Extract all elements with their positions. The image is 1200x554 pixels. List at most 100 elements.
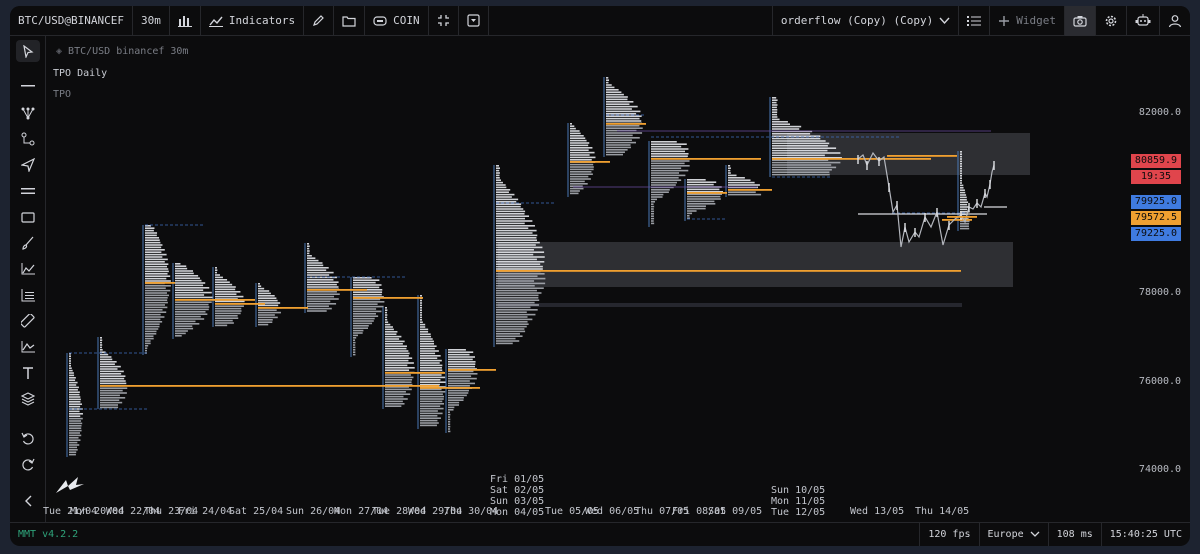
tpo-row [420, 321, 423, 323]
tpo-row [353, 298, 381, 301]
timeframe-selector[interactable]: 30m [133, 6, 170, 36]
drawing-tool-button[interactable] [304, 6, 335, 36]
poc-line [772, 158, 847, 160]
tpo-row [69, 372, 74, 374]
tpo-row [175, 296, 213, 299]
chart-legend-symbol[interactable]: ◈ BTC/USD binancef 30m [56, 46, 188, 57]
tpo-row [420, 367, 442, 369]
layers-tool[interactable] [16, 388, 40, 410]
tpo-row [496, 189, 511, 191]
symbol-selector[interactable]: BTC/USD@BINANCEF [10, 6, 133, 36]
tpo-row [496, 277, 546, 280]
measure-tool[interactable] [16, 336, 40, 358]
tpo-row [448, 380, 470, 382]
tpo-row [145, 263, 169, 265]
tpo-row [496, 292, 542, 294]
legend-study-name[interactable]: TPO Daily [53, 68, 107, 79]
tpo-row [448, 365, 475, 368]
tpo-row [69, 396, 81, 398]
layout-list-button[interactable] [959, 6, 991, 36]
path-tool[interactable] [16, 128, 40, 150]
time-label: Sat 25/04 [229, 506, 284, 517]
tpo-row [100, 401, 123, 404]
tpo-row [353, 344, 356, 346]
collapse-sidebar-button[interactable] [16, 490, 40, 512]
cursor-tool[interactable] [16, 40, 40, 62]
rectangle-tool[interactable] [16, 206, 40, 228]
tpo-row [606, 127, 643, 129]
chart-canvas[interactable] [47, 37, 1147, 522]
tpo-row [175, 330, 188, 332]
tpo-row [69, 357, 71, 360]
time-label: Sun 26/04 [286, 506, 341, 517]
tpo-row [100, 380, 126, 382]
tpo-row [215, 281, 230, 283]
arrow-tool[interactable] [16, 154, 40, 176]
tpo-row [570, 147, 593, 149]
tpo-row [307, 255, 312, 257]
tpo-row [772, 173, 830, 176]
tpo-row [175, 277, 200, 279]
folder-button[interactable] [334, 6, 366, 36]
region-selector[interactable]: Europe [978, 522, 1048, 546]
line-chart-tool[interactable] [16, 258, 40, 280]
tpo-row [496, 323, 529, 325]
save-button[interactable] [459, 6, 489, 36]
undo-button[interactable] [16, 428, 40, 450]
price-axis[interactable]: 82000.0 78000.0 76000.0 74000.0 [1130, 37, 1190, 522]
tpo-row [307, 264, 324, 267]
tpo-row [385, 311, 387, 314]
layout-selector[interactable]: orderflow (Copy) (Copy) [771, 6, 960, 36]
tpo-row [496, 321, 528, 323]
tpo-row [420, 302, 423, 304]
screenshot-button[interactable] [1065, 6, 1096, 36]
tpo-row [960, 225, 969, 227]
tpo-row [100, 399, 120, 401]
legend-study-short[interactable]: TPO [53, 89, 71, 100]
tpo-row [496, 342, 513, 345]
horizontal-line-tool[interactable] [16, 75, 40, 97]
robot-icon [1135, 14, 1151, 26]
tpo-row [448, 392, 469, 394]
tpo-row [496, 237, 537, 239]
add-widget-button[interactable]: Widget [990, 6, 1065, 36]
tpo-row [606, 98, 628, 101]
tpo-row [145, 270, 169, 273]
brush-tool[interactable] [16, 232, 40, 254]
bar-type-button[interactable] [170, 6, 201, 36]
time-label: Sat 02/05 [490, 485, 545, 496]
tpo-row [307, 257, 316, 259]
poc-line [651, 158, 761, 160]
tpo-row [353, 325, 369, 327]
price-label: 74000.0 [1138, 464, 1182, 475]
tpo-row [385, 405, 402, 407]
tpo-row [496, 225, 535, 227]
bot-button[interactable] [1127, 6, 1160, 36]
tpo-row [960, 184, 964, 187]
text-tool[interactable] [16, 362, 40, 384]
fib-tool[interactable] [16, 284, 40, 306]
fork-tool[interactable] [16, 102, 40, 124]
tpo-row [496, 232, 533, 234]
tpo-row [100, 339, 103, 341]
tpo-row [420, 357, 438, 359]
tpo-row [448, 358, 473, 361]
tpo-row [772, 113, 778, 116]
tpo-row [175, 303, 209, 306]
settings-button[interactable] [1096, 6, 1127, 36]
compress-button[interactable] [429, 6, 459, 36]
ruler-tool[interactable] [16, 310, 40, 332]
tpo-row [448, 421, 451, 423]
tpo-row [175, 311, 206, 313]
tpo-row [728, 169, 731, 172]
cursor-icon [23, 44, 34, 58]
indicators-button[interactable]: Indicators [201, 6, 305, 36]
tpo-row [496, 258, 537, 261]
tpo-row [100, 365, 121, 368]
tpo-row [145, 337, 154, 340]
coin-toggle[interactable]: COIN [365, 6, 429, 36]
redo-button[interactable] [16, 454, 40, 476]
tpo-row [385, 403, 405, 405]
parallel-tool[interactable] [16, 180, 40, 202]
account-button[interactable] [1160, 6, 1190, 36]
